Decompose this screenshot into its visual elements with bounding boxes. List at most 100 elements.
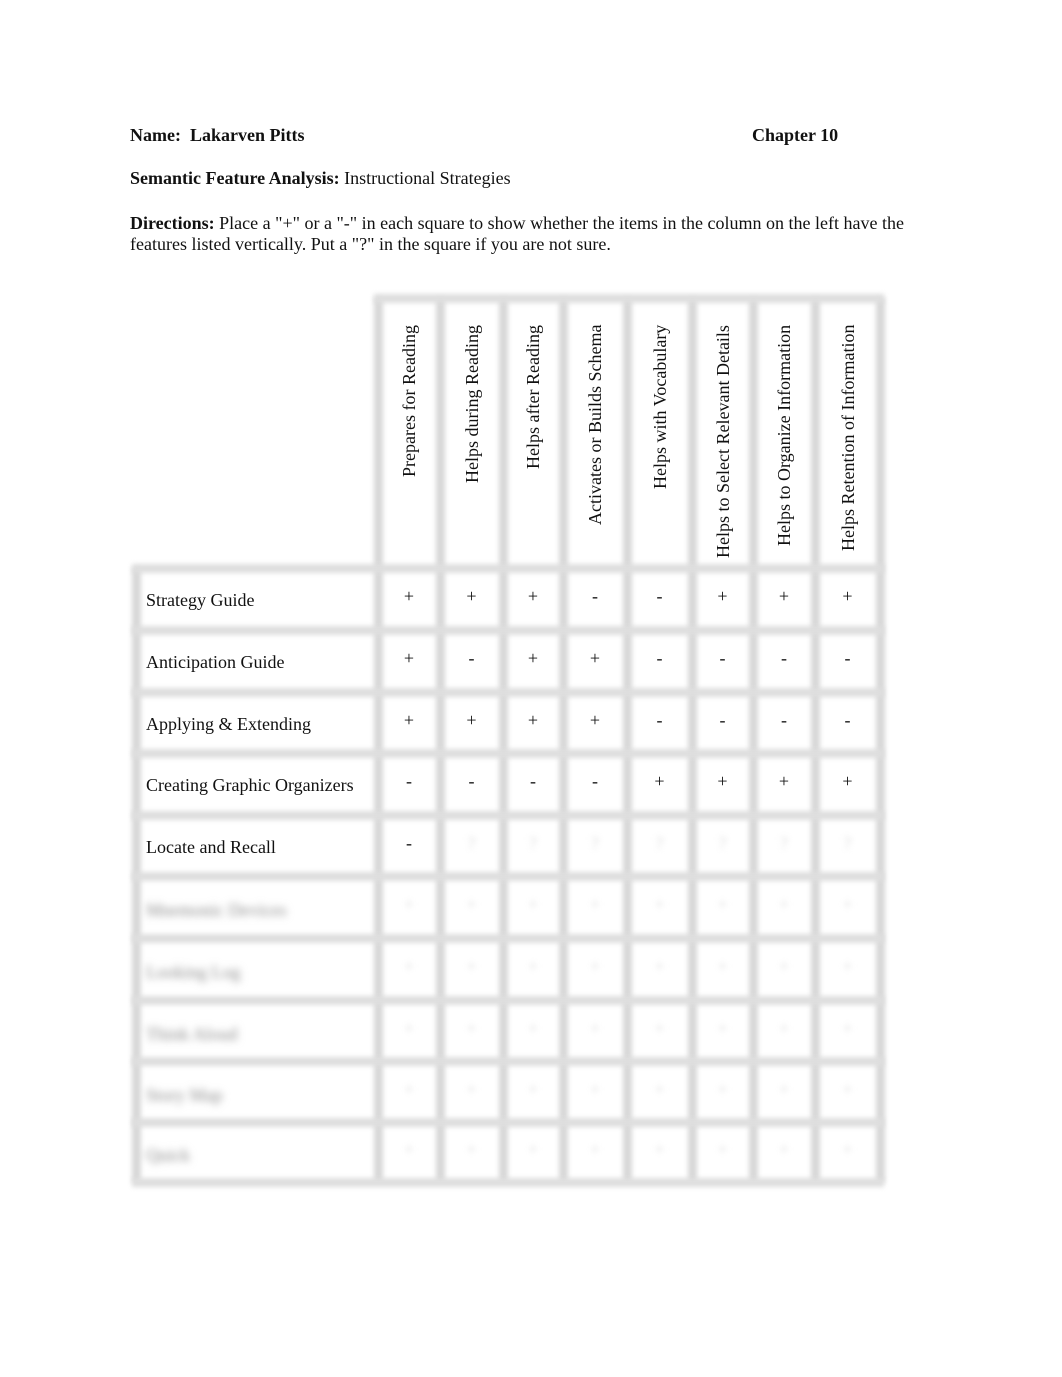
table-cell: + — [527, 586, 539, 606]
table-cell-blurred: + — [717, 1017, 728, 1038]
table-cell-blurred: + — [466, 1078, 477, 1099]
column-header-label: Helps after Reading — [523, 325, 543, 469]
row-divider — [132, 626, 884, 635]
row-label-blurred: Story Map — [146, 1084, 223, 1105]
table-cell-blurred: + — [778, 1139, 790, 1159]
table-cell: - — [530, 771, 536, 791]
table-cell: ? — [655, 832, 664, 853]
table-cell: - — [844, 709, 851, 730]
column-header: Helps with Vocabulary — [649, 325, 679, 585]
table-cell-blurred: + — [403, 1017, 415, 1038]
column-header: Prepares for Reading — [398, 325, 428, 585]
table-cell: + — [654, 771, 665, 791]
column-header: Activates or Builds Schema — [584, 325, 614, 585]
table-cell-blurred: + — [527, 1078, 539, 1099]
table-cell-blurred: + — [842, 1078, 853, 1099]
table-cell-blurred: + — [654, 1078, 665, 1099]
table-cell-blurred: + — [654, 956, 665, 976]
table-cell-blurred: + — [654, 1139, 665, 1159]
table-cell: + — [842, 771, 853, 791]
table-cell: + — [778, 586, 790, 606]
row-divider — [132, 872, 884, 881]
table-cell: ? — [780, 832, 788, 853]
column-header-label: Prepares for Reading — [399, 325, 419, 477]
table-cell: - — [719, 709, 726, 730]
table-cell-blurred: + — [778, 894, 790, 914]
row-label: Locate and Recall — [146, 836, 276, 857]
table-cell: - — [781, 709, 787, 730]
table-cell-blurred: + — [403, 894, 415, 914]
table-cell-blurred: + — [778, 956, 790, 976]
table-cell: - — [656, 709, 663, 730]
table-cell-blurred: + — [654, 1017, 665, 1038]
table-cell: ? — [467, 832, 476, 853]
table-cell-blurred: + — [403, 1078, 415, 1099]
row-divider — [132, 934, 884, 943]
row-divider — [132, 996, 884, 1005]
row-divider — [132, 564, 884, 573]
table-cell-blurred: + — [842, 956, 853, 976]
column-header-label: Helps with Vocabulary — [649, 324, 670, 489]
table-cell-blurred: + — [589, 1139, 601, 1159]
table-cell: + — [589, 648, 601, 668]
table-cell-blurred: + — [717, 894, 728, 914]
column-divider — [436, 298, 445, 1182]
table-cell-blurred: + — [527, 1017, 539, 1038]
row-label-blurred: Looking Log — [146, 962, 241, 982]
table-cell: - — [592, 771, 598, 791]
table-cell: + — [403, 586, 415, 606]
table-cell-blurred: + — [527, 894, 539, 914]
column-header: Helps during Reading — [461, 325, 491, 585]
column-divider — [559, 298, 568, 1182]
table-cell: - — [468, 648, 475, 668]
column-divider — [499, 298, 508, 1182]
column-divider — [623, 298, 632, 1182]
row-label-blurred: Quick — [146, 1145, 190, 1165]
column-header-label: Helps during Reading — [461, 325, 482, 483]
table-cell-blurred: + — [466, 1139, 477, 1159]
table-cell: + — [527, 709, 539, 730]
table-cell-blurred: + — [403, 1139, 415, 1159]
row-divider — [132, 1057, 884, 1066]
table-cell: ? — [529, 832, 537, 853]
table-cell-blurred: + — [527, 956, 539, 976]
table-cell: - — [592, 586, 598, 606]
table-cell: ? — [843, 832, 852, 853]
table-cell: + — [842, 586, 853, 606]
table-cell-blurred: + — [466, 956, 477, 976]
table-cell: - — [844, 648, 851, 668]
row-divider — [132, 1118, 884, 1127]
header-top-border — [374, 294, 884, 303]
column-header-label: Activates or Builds Schema — [585, 324, 605, 525]
table-cell-blurred: + — [778, 1017, 790, 1038]
table-cell-blurred: + — [842, 1017, 853, 1038]
table-cell: - — [406, 771, 412, 791]
table-cell: - — [719, 648, 726, 668]
semantic-feature-table: Prepares for Reading Helps during Reading… — [0, 0, 1062, 1377]
table-cell-blurred: + — [717, 956, 728, 976]
column-header-label: Helps Retention of Information — [837, 324, 858, 551]
table-cell-blurred: + — [403, 956, 415, 976]
table-cell-blurred: + — [589, 956, 601, 976]
table-cell-blurred: + — [654, 894, 665, 914]
table-cell-blurred: + — [466, 894, 477, 914]
table-cell-blurred: + — [778, 1078, 790, 1099]
table-cell-blurred: + — [589, 1017, 601, 1038]
column-divider — [811, 298, 820, 1182]
table-cell: + — [403, 709, 415, 730]
table-cell-blurred: + — [842, 1139, 853, 1159]
table-cell-blurred: + — [842, 894, 853, 914]
table-cell-blurred: + — [527, 1139, 539, 1159]
row-divider — [132, 688, 884, 697]
column-header: Helps Retention of Information — [837, 325, 867, 585]
row-label: Creating Graphic Organizers — [146, 775, 354, 795]
table-cell: ? — [718, 832, 727, 853]
table-cell-blurred: + — [717, 1139, 728, 1159]
table-cell-blurred: + — [589, 1078, 601, 1099]
table-cell-blurred: + — [589, 894, 601, 914]
table-cell: + — [527, 648, 539, 668]
table-cell: ? — [591, 832, 599, 853]
row-label-blurred: Think Aloud — [146, 1023, 238, 1044]
table-cell: + — [403, 648, 415, 668]
row-divider — [132, 811, 884, 820]
